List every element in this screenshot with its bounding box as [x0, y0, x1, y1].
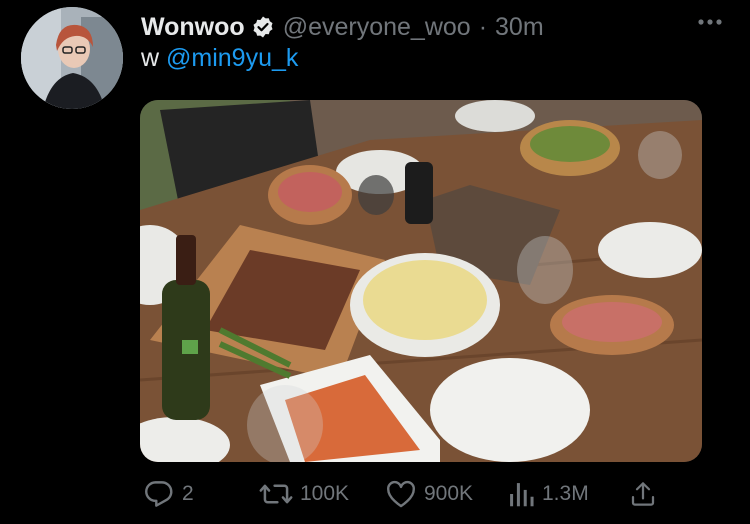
author-avatar[interactable] [21, 7, 123, 109]
tweet-media-photo[interactable] [140, 100, 702, 462]
author-handle[interactable]: @everyone_woo [283, 13, 471, 42]
tweet-header: Wonwoo @everyone_woo · 30m [141, 10, 544, 44]
tweet-timestamp[interactable]: 30m [495, 13, 544, 42]
dinner-table-photo [140, 100, 702, 462]
tweet-text: w @min9yu_k [141, 44, 298, 73]
more-dots-icon [698, 19, 722, 25]
retweet-count: 100K [300, 482, 350, 505]
tweet-action-bar: 2 100K 900K 1.3M [140, 476, 670, 512]
reply-button[interactable]: 2 [142, 476, 194, 512]
retweet-button[interactable]: 100K [258, 476, 349, 512]
author-name[interactable]: Wonwoo [141, 13, 245, 42]
views-button[interactable]: 1.3M [506, 476, 589, 512]
verified-badge-icon [251, 15, 275, 39]
views-count: 1.3M [542, 482, 589, 505]
reply-count: 2 [182, 482, 194, 505]
like-count: 900K [424, 482, 474, 505]
mention-link[interactable]: @min9yu_k [166, 44, 298, 72]
heart-icon [387, 480, 415, 508]
avatar-photo [21, 7, 123, 109]
share-icon [631, 482, 655, 506]
reply-icon [145, 481, 173, 507]
views-bar-chart-icon [510, 483, 534, 507]
like-button[interactable]: 900K [384, 476, 473, 512]
more-options-button[interactable] [696, 15, 724, 27]
share-button[interactable] [628, 476, 658, 512]
tweet-text-prefix: w [141, 44, 160, 72]
retweet-icon [259, 484, 293, 504]
meta-separator: · [478, 12, 488, 41]
